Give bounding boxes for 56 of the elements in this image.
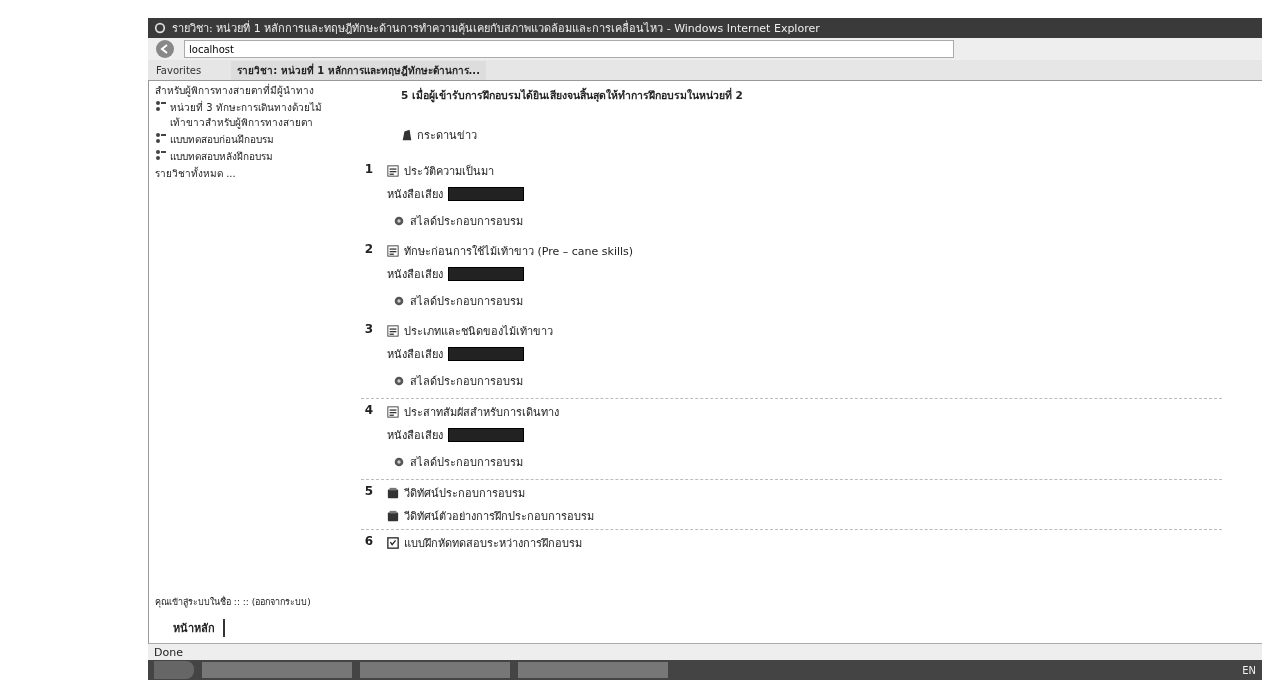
resource-link[interactable]: สไลด์ประกอบการอบรม <box>410 372 523 390</box>
forum-link[interactable]: กระดานข่าว <box>417 126 477 144</box>
sidebar-text: รายวิชาทั้งหมด ... <box>155 166 237 181</box>
resource-link[interactable]: วีดิทัศน์ประกอบการอบรม <box>404 484 525 502</box>
section-number: 2 <box>363 242 373 258</box>
status-text: Done <box>154 645 183 659</box>
document-icon <box>387 406 399 418</box>
section-number: 3 <box>363 322 373 338</box>
video-icon <box>387 487 399 499</box>
document-icon <box>387 165 399 177</box>
resource-link[interactable]: วีดิทัศน์ตัวอย่างการฝึกประกอบการอบรม <box>404 507 594 525</box>
section-number: 6 <box>363 534 373 550</box>
login-info: คุณเข้าสู่ระบบในชื่อ :: :: (ออกจากระบบ) <box>155 595 312 609</box>
section-number: 1 <box>363 162 373 178</box>
browser-tab[interactable]: รายวิชา: หน่วยที่ 1 หลักการและทฤษฎีทักษะด้านการ... <box>231 60 486 80</box>
language-indicator[interactable]: EN <box>1242 664 1256 676</box>
slides-icon <box>393 295 405 307</box>
document-icon <box>387 325 399 337</box>
slides-icon <box>393 215 405 227</box>
resource-link[interactable]: ประสาทสัมผัสสำหรับการเดินทาง <box>404 403 559 421</box>
resource-link[interactable]: ประเภทและชนิดของไม้เท้าขาว <box>404 322 553 340</box>
taskbar-button[interactable] <box>518 662 668 678</box>
browser-icon <box>154 22 166 34</box>
audio-player[interactable] <box>448 428 524 442</box>
resource-link[interactable]: สไลด์ประกอบการอบรม <box>410 453 523 471</box>
document-icon <box>387 245 399 257</box>
start-button[interactable] <box>154 661 194 679</box>
video-icon <box>387 510 399 522</box>
taskbar-button[interactable] <box>202 662 352 678</box>
favorites-link[interactable]: Favorites <box>156 64 202 76</box>
address-field[interactable]: localhost <box>184 40 954 58</box>
back-button[interactable] <box>156 40 174 58</box>
sidebar-link[interactable]: หน่วยที่ 3 ทักษะการเดินทางด้วยไม้เท้าขาวสำหรับผู้พิการทางสายตา <box>170 100 335 130</box>
audio-label: หนังสือเสียง <box>387 187 443 203</box>
window-title: รายวิชา: หน่วยที่ 1 หลักการและทฤษฎีทักษะด้านการทำความคุ้นเคยกับสภาพแวดล้อมและการเคลื่อนไหว - Windows Internet Explorer <box>172 19 820 37</box>
section-number: 4 <box>363 403 373 419</box>
resource-link[interactable]: สไลด์ประกอบการอบรม <box>410 212 523 230</box>
sidebar-link[interactable]: แบบทดสอบก่อนฝึกอบรม <box>170 132 274 147</box>
audio-label: หนังสือเสียง <box>387 347 443 363</box>
resource-link[interactable]: แบบฝึกหัดทดสอบระหว่างการฝึกอบรม <box>404 534 582 552</box>
audio-player[interactable] <box>448 267 524 281</box>
section-number: 5 <box>363 484 373 500</box>
audio-player[interactable] <box>448 347 524 361</box>
audio-label: หนังสือเสียง <box>387 267 443 283</box>
audio-player[interactable] <box>448 187 524 201</box>
resource-link[interactable]: ทักษะก่อนการใช้ไม้เท้าขาว (Pre – cane skills) <box>404 242 634 260</box>
audio-label: หนังสือเสียง <box>387 428 443 444</box>
home-link[interactable]: หน้าหลัก <box>173 619 225 637</box>
sidebar-text: สำหรับผู้พิการทางสายตาที่มีผู้นำทาง <box>155 83 315 98</box>
resource-link[interactable]: สไลด์ประกอบการอบรม <box>410 292 523 310</box>
taskbar-button[interactable] <box>360 662 510 678</box>
instruction-text: 5 เมื่อผู้เข้ารับการฝึกอบรมได้ยินเสียงจนสิ้นสุดให้ทำการฝึกอบรมในหน่วยที่ 2 <box>401 87 744 104</box>
sidebar-link[interactable]: แบบทดสอบหลังฝึกอบรม <box>170 149 273 164</box>
slides-icon <box>393 375 405 387</box>
slides-icon <box>393 456 405 468</box>
resource-link[interactable]: ประวัติความเป็นมา <box>404 162 494 180</box>
